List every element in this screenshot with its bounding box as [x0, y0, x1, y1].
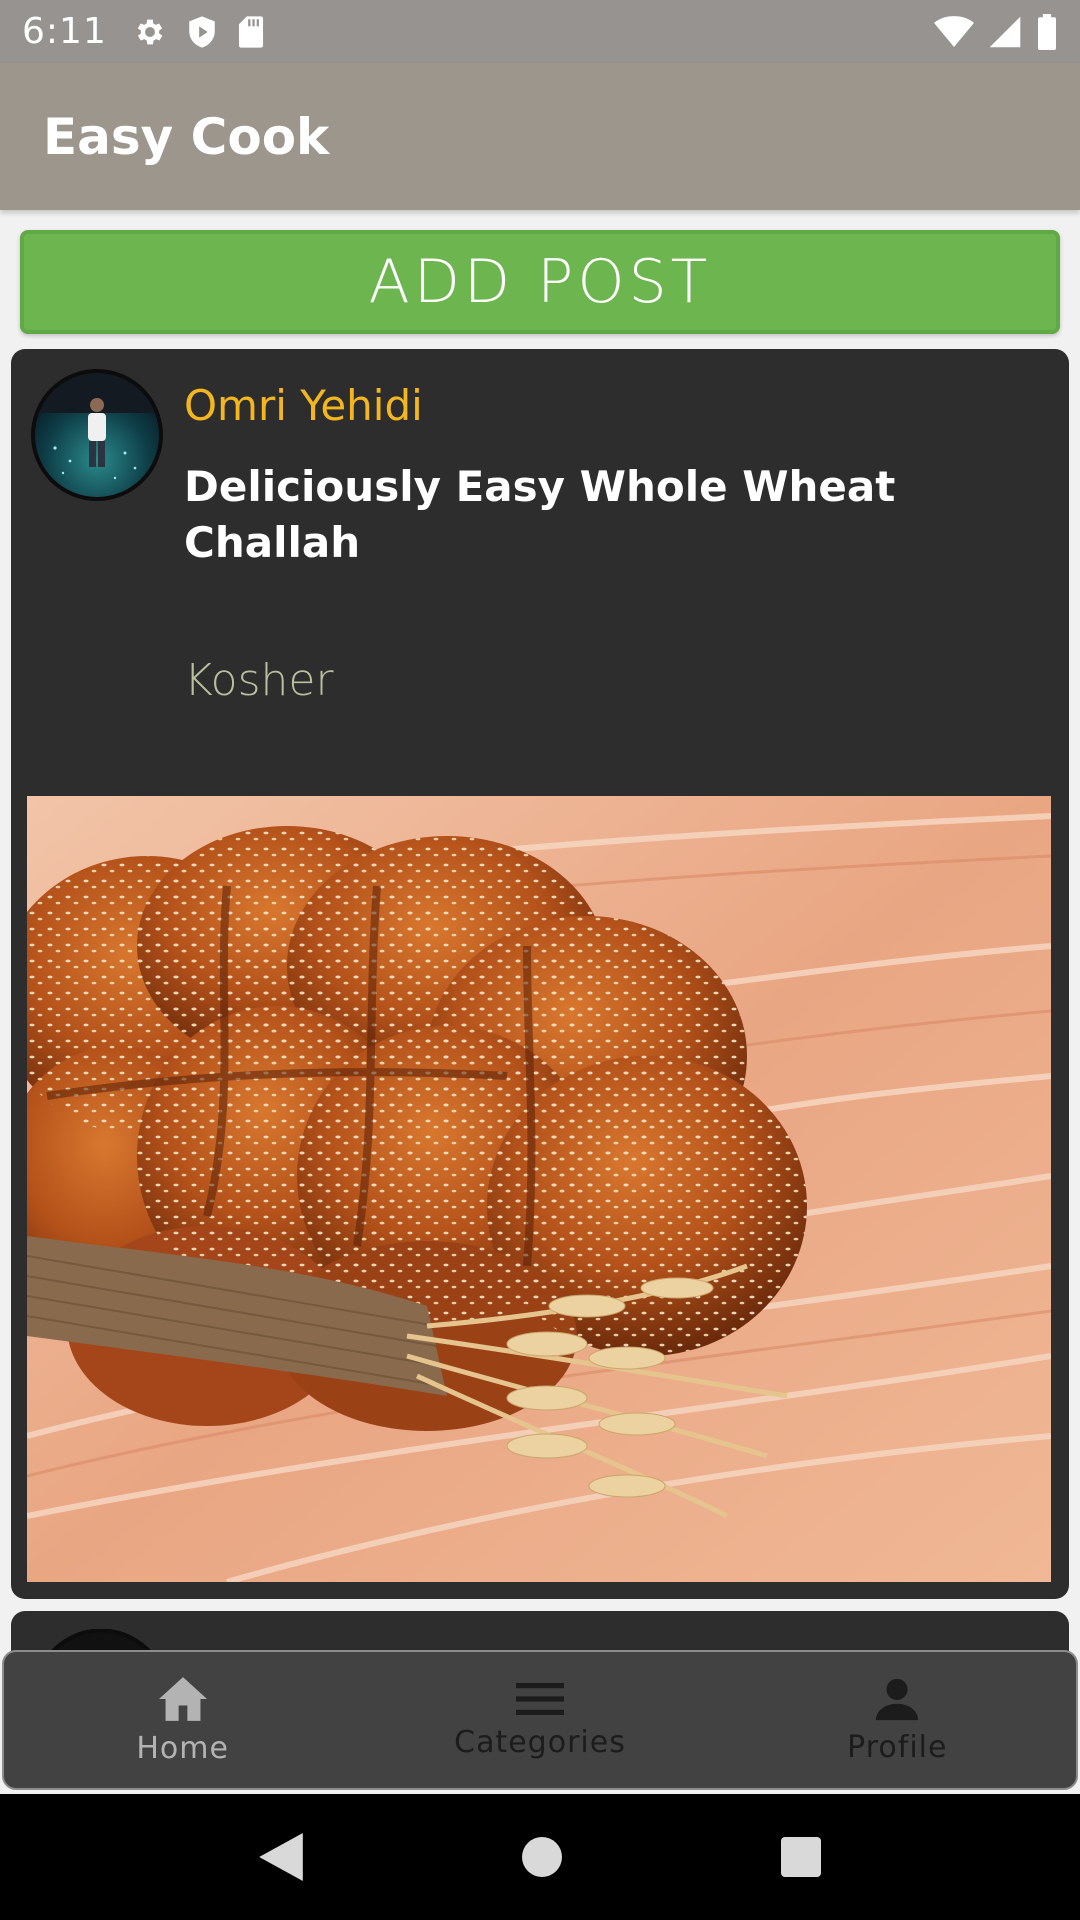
nav-categories[interactable]: Categories	[361, 1652, 718, 1788]
add-post-button[interactable]: ADD POST	[20, 230, 1060, 334]
app-title: Easy Cook	[43, 107, 330, 166]
back-icon[interactable]	[259, 1833, 304, 1881]
post-author[interactable]: Omri Yehidi	[184, 381, 423, 430]
post-category[interactable]: Kosher	[184, 655, 334, 706]
post-card[interactable]: Omri Yehidi Deliciously Easy Whole Wheat…	[11, 349, 1069, 1599]
system-navigation-bar	[0, 1794, 1080, 1920]
nav-profile-label: Profile	[847, 1729, 948, 1765]
author-avatar[interactable]	[31, 369, 163, 501]
person-icon	[876, 1678, 919, 1720]
screen: 6:11 Easy Cook ADD POST Omri Yehidi Deli…	[0, 0, 1080, 1920]
nav-home[interactable]: Home	[4, 1652, 361, 1788]
avatar-photo	[35, 373, 159, 497]
nav-home-label: Home	[136, 1730, 229, 1766]
app-bar: Easy Cook	[0, 63, 1080, 210]
sd-card-icon	[238, 15, 263, 48]
wifi-icon	[934, 15, 974, 47]
nav-profile[interactable]: Profile	[719, 1652, 1076, 1788]
home-icon	[158, 1676, 207, 1721]
nav-categories-label: Categories	[454, 1724, 626, 1760]
battery-icon	[1038, 13, 1056, 50]
home-circle-icon[interactable]	[521, 1837, 562, 1877]
signal-icon	[989, 16, 1021, 47]
post-title[interactable]: Deliciously Easy Whole Wheat Challah	[184, 459, 904, 571]
status-icons-left	[133, 15, 265, 49]
gear-icon	[137, 19, 163, 44]
recents-icon[interactable]	[780, 1837, 821, 1877]
status-time: 6:11	[22, 11, 107, 52]
challah-bread-image	[27, 796, 1051, 1582]
post-image[interactable]	[27, 796, 1051, 1582]
status-icons-right	[934, 13, 1058, 50]
bottom-navigation: Home Categories Profile	[2, 1650, 1078, 1790]
shield-icon	[189, 15, 215, 48]
status-bar: 6:11	[0, 0, 1080, 63]
menu-icon	[515, 1682, 564, 1715]
